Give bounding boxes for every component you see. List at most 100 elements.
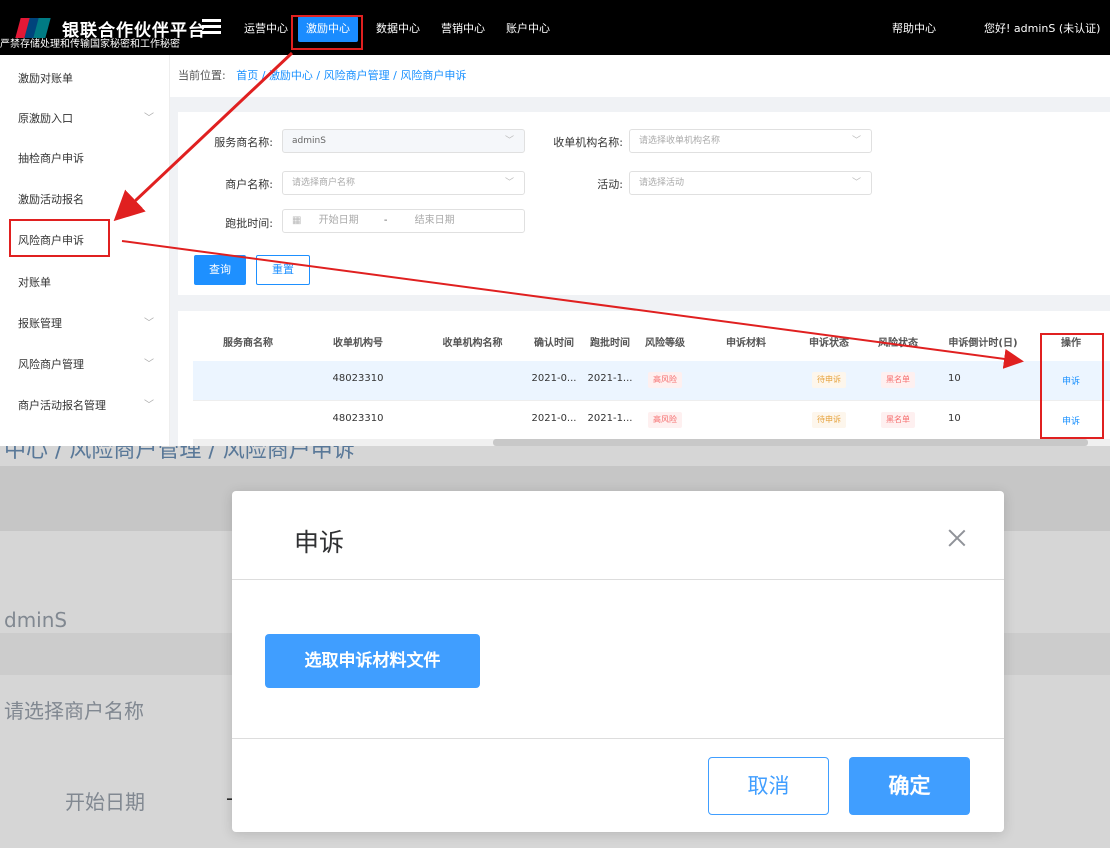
breadcrumb-sep: /	[261, 69, 266, 82]
cell-risk-level: 高风险	[640, 412, 690, 428]
chevron-down-icon: ﹀	[144, 113, 154, 124]
nav-account[interactable]: 账户中心	[502, 16, 554, 42]
column-header: 收单机构名称	[442, 338, 503, 349]
top-navbar: 银联合作伙伴平台 严禁存储处理和传输国家秘密和工作秘密 运营中心 激励中心 数据…	[0, 0, 1110, 55]
nav-data[interactable]: 数据中心	[372, 16, 424, 42]
date-range-picker[interactable]: ▦ 开始日期 - 结束日期	[282, 209, 525, 233]
confirm-button[interactable]: 确定	[849, 757, 970, 815]
risk-level-badge: 高风险	[648, 372, 682, 388]
cell-appeal-status: 待申诉	[800, 412, 858, 428]
cell-risk-level: 高风险	[640, 372, 690, 388]
nav-operations[interactable]: 运营中心	[240, 16, 292, 42]
cancel-button[interactable]: 取消	[708, 757, 829, 815]
cell-risk-status: 黑名单	[868, 372, 928, 388]
appeal-dialog: 申诉 选取申诉材料文件 取消 确定	[232, 491, 1004, 832]
cell-batch-time: 2021-1...	[587, 373, 633, 384]
batch-time-label: 跑批时间:	[225, 217, 273, 230]
cell-acquirer-no: 48023310	[332, 413, 384, 424]
results-table: 服务商名称 收单机构号 收单机构名称 确认时间 跑批时间 风险等级 申诉材料 申…	[178, 311, 1110, 446]
column-header: 申诉状态	[809, 338, 849, 349]
appeal-modal-screenshot: 中心 / 风险商户管理 / 风险商户申诉 dminS 请选择商户名称 开始日期 …	[0, 446, 1110, 848]
sidebar-item-statement[interactable]: 对账单	[0, 263, 170, 303]
annotation-box-operation	[1040, 333, 1104, 439]
chevron-down-icon: ﹀	[851, 136, 861, 146]
sidebar-item-reimbursement[interactable]: 报账管理 ﹀	[0, 304, 170, 344]
help-center-link[interactable]: 帮助中心	[888, 16, 940, 42]
main-content: 当前位置: 首页 / 激励中心 / 风险商户管理 / 风险商户申诉 服务商名称:…	[170, 55, 1110, 446]
status-badge: 待申诉	[812, 412, 846, 428]
risk-level-badge: 高风险	[648, 412, 682, 428]
range-separator: -	[383, 215, 388, 226]
service-select-value: adminS	[292, 136, 326, 146]
dialog-title: 申诉	[294, 528, 345, 557]
user-greeting[interactable]: 您好! adminS (未认证)	[980, 16, 1104, 42]
activity-placeholder: 请选择活动	[639, 178, 685, 188]
column-header: 跑批时间	[590, 338, 630, 349]
sidebar-item-label: 风险商户管理	[18, 358, 84, 371]
sidebar-item-spot-check-appeal[interactable]: 抽检商户申诉	[0, 139, 170, 179]
nav-marketing[interactable]: 营销中心	[437, 16, 489, 42]
acquirer-placeholder: 请选择收单机构名称	[639, 136, 721, 146]
sidebar-item-label: 报账管理	[18, 317, 62, 330]
column-header: 风险状态	[878, 338, 918, 349]
merchant-placeholder: 请选择商户名称	[292, 178, 356, 188]
dialog-header: 申诉	[232, 491, 1004, 580]
sidebar-item-legacy-incentive[interactable]: 原激励入口 ﹀	[0, 99, 170, 139]
select-file-button[interactable]: 选取申诉材料文件	[265, 634, 480, 688]
breadcrumb-path[interactable]: 激励中心 / 风险商户管理 / 风险商户申诉	[269, 69, 466, 82]
end-date-input[interactable]: 结束日期	[415, 215, 455, 226]
sidebar-item-label: 原激励入口	[18, 112, 73, 125]
platform-screenshot: 银联合作伙伴平台 严禁存储处理和传输国家秘密和工作秘密 运营中心 激励中心 数据…	[0, 0, 1110, 446]
column-header: 收单机构号	[333, 338, 383, 349]
acquirer-label: 收单机构名称:	[553, 136, 623, 149]
merchant-select[interactable]: 请选择商户名称 ﹀	[282, 171, 525, 195]
risk-status-badge: 黑名单	[881, 372, 915, 388]
chevron-down-icon: ﹀	[144, 318, 154, 329]
horizontal-scrollbar[interactable]	[193, 439, 1110, 446]
activity-select[interactable]: 请选择活动 ﹀	[629, 171, 872, 195]
dialog-footer: 取消 确定	[232, 738, 1004, 832]
cell-confirm-time: 2021-0...	[531, 413, 577, 424]
sidebar-item-merchant-activity-mgmt[interactable]: 商户活动报名管理 ﹀	[0, 386, 170, 426]
column-header: 申诉倒计时(日)	[948, 338, 1018, 349]
merchant-label: 商户名称:	[225, 178, 273, 191]
start-date-input[interactable]: 开始日期	[319, 215, 359, 226]
hamburger-menu-icon[interactable]	[202, 19, 221, 34]
search-button[interactable]: 查询	[194, 255, 246, 285]
sidebar-item-incentive-statement[interactable]: 激励对账单	[0, 59, 170, 99]
annotation-box-nav	[291, 15, 363, 50]
sidebar-item-label: 对账单	[18, 276, 51, 289]
cell-countdown: 10	[948, 373, 961, 384]
column-header: 服务商名称	[223, 338, 273, 349]
sidebar-item-risk-merchant-mgmt[interactable]: 风险商户管理 ﹀	[0, 345, 170, 385]
annotation-box-sidebar	[9, 219, 110, 257]
table-row[interactable]: 48023310 2021-0... 2021-1... 高风险 待申诉 黑名单…	[193, 361, 1110, 401]
acquirer-select[interactable]: 请选择收单机构名称 ﹀	[629, 129, 872, 153]
unionpay-logo-icon	[15, 18, 51, 38]
sidebar-item-activity-signup[interactable]: 激励活动报名	[0, 180, 170, 220]
calendar-icon: ▦	[292, 215, 302, 226]
risk-status-badge: 黑名单	[881, 412, 915, 428]
security-notice: 严禁存储处理和传输国家秘密和工作秘密	[0, 39, 180, 50]
service-select[interactable]: adminS ﹀	[282, 129, 525, 153]
table-row[interactable]: 48023310 2021-0... 2021-1... 高风险 待申诉 黑名单…	[193, 401, 1110, 441]
chevron-down-icon: ﹀	[851, 178, 861, 188]
breadcrumb: 当前位置: 首页 / 激励中心 / 风险商户管理 / 风险商户申诉	[170, 55, 1110, 97]
cell-risk-status: 黑名单	[868, 412, 928, 428]
close-icon[interactable]	[948, 529, 966, 547]
cell-appeal-status: 待申诉	[800, 372, 858, 388]
column-header: 申诉材料	[726, 338, 766, 349]
sidebar-item-label: 商户活动报名管理	[18, 399, 106, 412]
sidebar-item-label: 抽检商户申诉	[18, 152, 84, 165]
cell-batch-time: 2021-1...	[587, 413, 633, 424]
activity-label: 活动:	[597, 178, 623, 191]
cell-confirm-time: 2021-0...	[531, 373, 577, 384]
scrollbar-thumb[interactable]	[493, 439, 1088, 446]
reset-button[interactable]: 重置	[256, 255, 310, 285]
cell-acquirer-no: 48023310	[332, 373, 384, 384]
sidebar-item-label: 激励对账单	[18, 72, 73, 85]
status-badge: 待申诉	[812, 372, 846, 388]
column-header: 确认时间	[534, 338, 574, 349]
filter-panel: 服务商名称: adminS ﹀ 收单机构名称: 请选择收单机构名称 ﹀ 商户名称: …	[178, 112, 1110, 295]
breadcrumb-home[interactable]: 首页	[236, 69, 258, 82]
